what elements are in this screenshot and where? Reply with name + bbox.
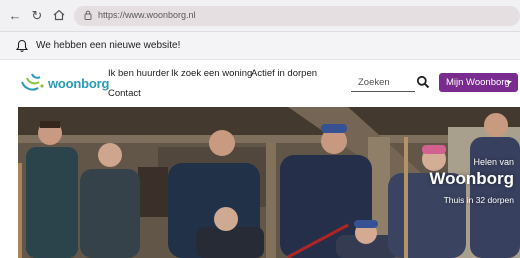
search-input[interactable]: Zoeken: [351, 76, 415, 92]
browser-toolbar: ← ↻ https://www.woonborg.nl: [0, 0, 520, 32]
address-bar[interactable]: https://www.woonborg.nl: [74, 6, 520, 26]
notice-banner: We hebben een nieuwe website!: [0, 32, 520, 60]
nav-ik-zoek-een-woning[interactable]: Ik zoek een woning: [171, 68, 252, 79]
search-placeholder: Zoeken: [358, 77, 390, 88]
hero-title: Woonborg: [429, 169, 514, 188]
hero-subtitle: Thuis in 32 dorpen: [443, 195, 514, 205]
logo-mark-icon: [21, 73, 44, 91]
nav-ik-ben-huurder[interactable]: Ik ben huurder: [108, 68, 169, 79]
nav-contact[interactable]: Contact: [108, 88, 141, 99]
home-icon[interactable]: [52, 9, 66, 23]
hero-banner: Helen van Woonborg Thuis in 32 dorpen: [18, 107, 520, 258]
search-icon[interactable]: [416, 75, 430, 89]
back-arrow-icon[interactable]: ←: [8, 9, 22, 23]
url-text: https://www.woonborg.nl: [98, 10, 196, 20]
nav-actief-in-dorpen[interactable]: Actief in dorpen: [251, 68, 317, 79]
mijn-woonborg-button[interactable]: Mijn Woonborg: [439, 73, 518, 92]
lock-icon: [84, 10, 92, 20]
hero-overline: Helen van: [473, 157, 514, 167]
woonborg-logo[interactable]: woonborg: [18, 66, 114, 98]
site-header: woonborg Ik ben huurder Ik zoek een woni…: [0, 60, 520, 106]
account-label: Mijn Woonborg: [446, 77, 510, 88]
notice-text: We hebben een nieuwe website!: [36, 40, 181, 51]
reload-icon[interactable]: ↻: [30, 9, 44, 23]
logo-text: woonborg: [48, 76, 110, 91]
chevron-down-icon: [506, 81, 512, 84]
bell-icon: [16, 39, 28, 52]
